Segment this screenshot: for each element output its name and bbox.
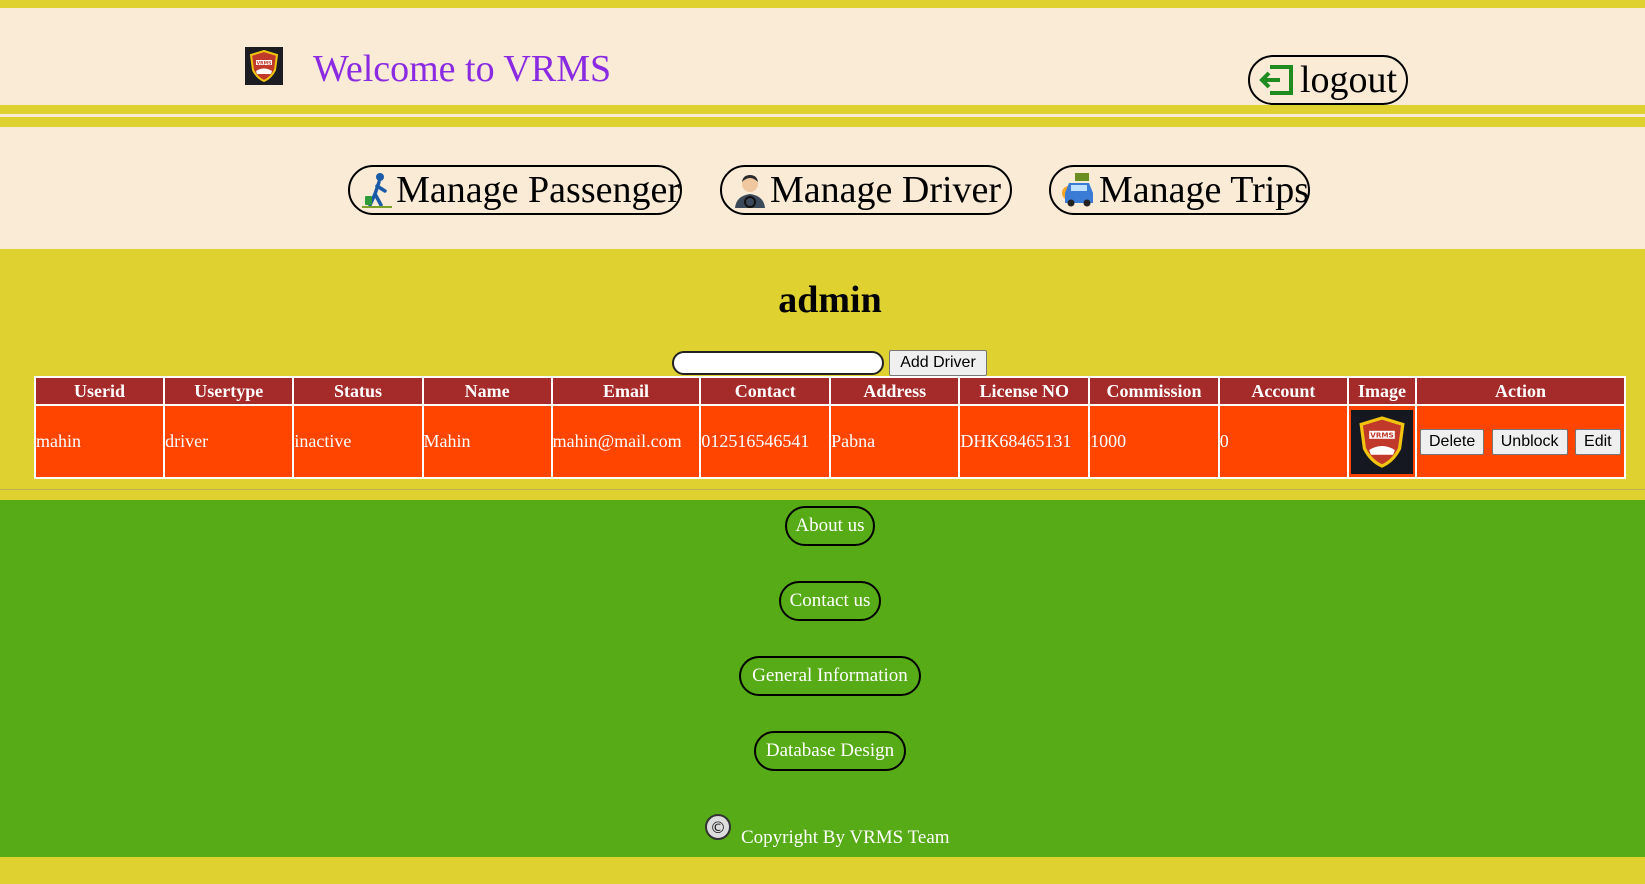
vrms-logo: VRMS	[245, 47, 283, 85]
svg-text:VRMS: VRMS	[257, 60, 272, 66]
content-divider	[0, 489, 1645, 490]
unblock-button[interactable]: Unblock	[1491, 428, 1568, 455]
shield-logo-icon: VRMS	[1359, 415, 1405, 468]
column-header: Contact	[701, 378, 830, 404]
column-header: Usertype	[165, 378, 293, 404]
cell-status: inactive	[294, 406, 422, 477]
cell-email: mahin@mail.com	[552, 406, 700, 477]
search-input[interactable]	[672, 351, 884, 375]
passenger-icon	[360, 170, 394, 210]
manage-driver-button[interactable]: Manage Driver	[720, 165, 1012, 215]
driver-image: VRMS	[1351, 409, 1413, 474]
shield-logo-icon: VRMS	[249, 50, 279, 82]
cell-name: Mahin	[423, 406, 551, 477]
manage-passenger-button[interactable]: Manage Passenger	[348, 165, 682, 215]
add-driver-button[interactable]: Add Driver	[889, 350, 987, 376]
cell-userid: mahin	[36, 406, 164, 477]
manage-trips-label: Manage Trips	[1099, 169, 1310, 211]
column-header: Image	[1349, 378, 1415, 404]
table-header-row: Userid Usertype Status Name Email Contac…	[36, 378, 1624, 404]
cell-usertype: driver	[165, 406, 293, 477]
manage-driver-label: Manage Driver	[770, 169, 1002, 211]
copyright-icon: ©	[705, 814, 731, 840]
cell-commission: 1000	[1090, 406, 1218, 477]
cell-actions: Delete Unblock Edit	[1416, 406, 1624, 477]
manage-passenger-label: Manage Passenger	[396, 169, 680, 211]
general-information-link[interactable]: General Information	[739, 656, 921, 696]
database-design-link[interactable]: Database Design	[754, 731, 906, 771]
cell-account: 0	[1219, 406, 1348, 477]
contact-us-link[interactable]: Contact us	[779, 581, 881, 621]
cell-license: DHK68465131	[960, 406, 1089, 477]
cell-image: VRMS	[1349, 406, 1415, 477]
logout-label: logout	[1300, 59, 1398, 101]
column-header: Commission	[1090, 378, 1218, 404]
page-heading: admin	[778, 279, 882, 321]
logout-icon	[1259, 65, 1293, 95]
column-header: Email	[552, 378, 700, 404]
about-us-link[interactable]: About us	[785, 506, 875, 546]
column-header: Status	[294, 378, 422, 404]
cell-contact: 012516546541	[701, 406, 830, 477]
column-header: Action	[1416, 378, 1624, 404]
drivers-table: Userid Usertype Status Name Email Contac…	[34, 376, 1626, 479]
column-header: Account	[1219, 378, 1348, 404]
footer: About us Contact us General Information …	[0, 500, 1645, 857]
header: VRMS Welcome to VRMS logout	[0, 8, 1645, 105]
main-nav: Manage Passenger Manage Driver Manage Tr…	[0, 127, 1645, 249]
header-divider	[0, 105, 1645, 114]
cell-address: Pabna	[831, 406, 959, 477]
delete-button[interactable]: Delete	[1419, 428, 1485, 455]
driver-icon	[732, 170, 768, 210]
column-header: Userid	[36, 378, 164, 404]
svg-text:VRMS: VRMS	[1370, 430, 1393, 439]
divider-line	[0, 114, 1645, 117]
column-header: Address	[831, 378, 959, 404]
column-header: Name	[423, 378, 551, 404]
page-title: Welcome to VRMS	[313, 48, 612, 90]
copyright-text: Copyright By VRMS Team	[741, 827, 950, 848]
table-row: mahin driver inactive Mahin mahin@mail.c…	[36, 406, 1624, 477]
logout-button[interactable]: logout	[1248, 55, 1408, 105]
manage-trips-button[interactable]: Manage Trips	[1049, 165, 1310, 215]
trips-icon	[1061, 170, 1097, 210]
edit-button[interactable]: Edit	[1575, 428, 1621, 455]
column-header: License NO	[960, 378, 1089, 404]
